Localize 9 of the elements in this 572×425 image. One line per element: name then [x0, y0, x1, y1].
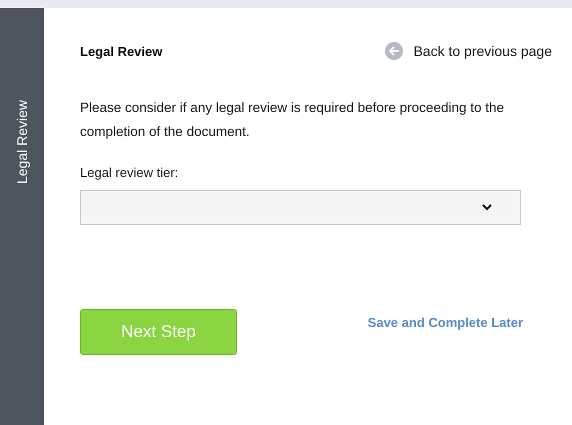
field-label: Legal review tier:	[80, 165, 180, 180]
caret-icon	[482, 204, 492, 211]
back-link[interactable]: Back to previous page	[385, 42, 552, 60]
tier-dropdown[interactable]	[80, 190, 521, 225]
page-title: Legal Review	[80, 44, 162, 58]
intro-text: Please consider if any legal review is required before proceeding to the completion of the document.	[80, 99, 505, 141]
next-step-button[interactable]: Next Step	[80, 309, 237, 355]
save-later-link[interactable]: Save and Complete Later	[368, 315, 523, 330]
sidebar-title: Legal Review	[14, 100, 30, 184]
